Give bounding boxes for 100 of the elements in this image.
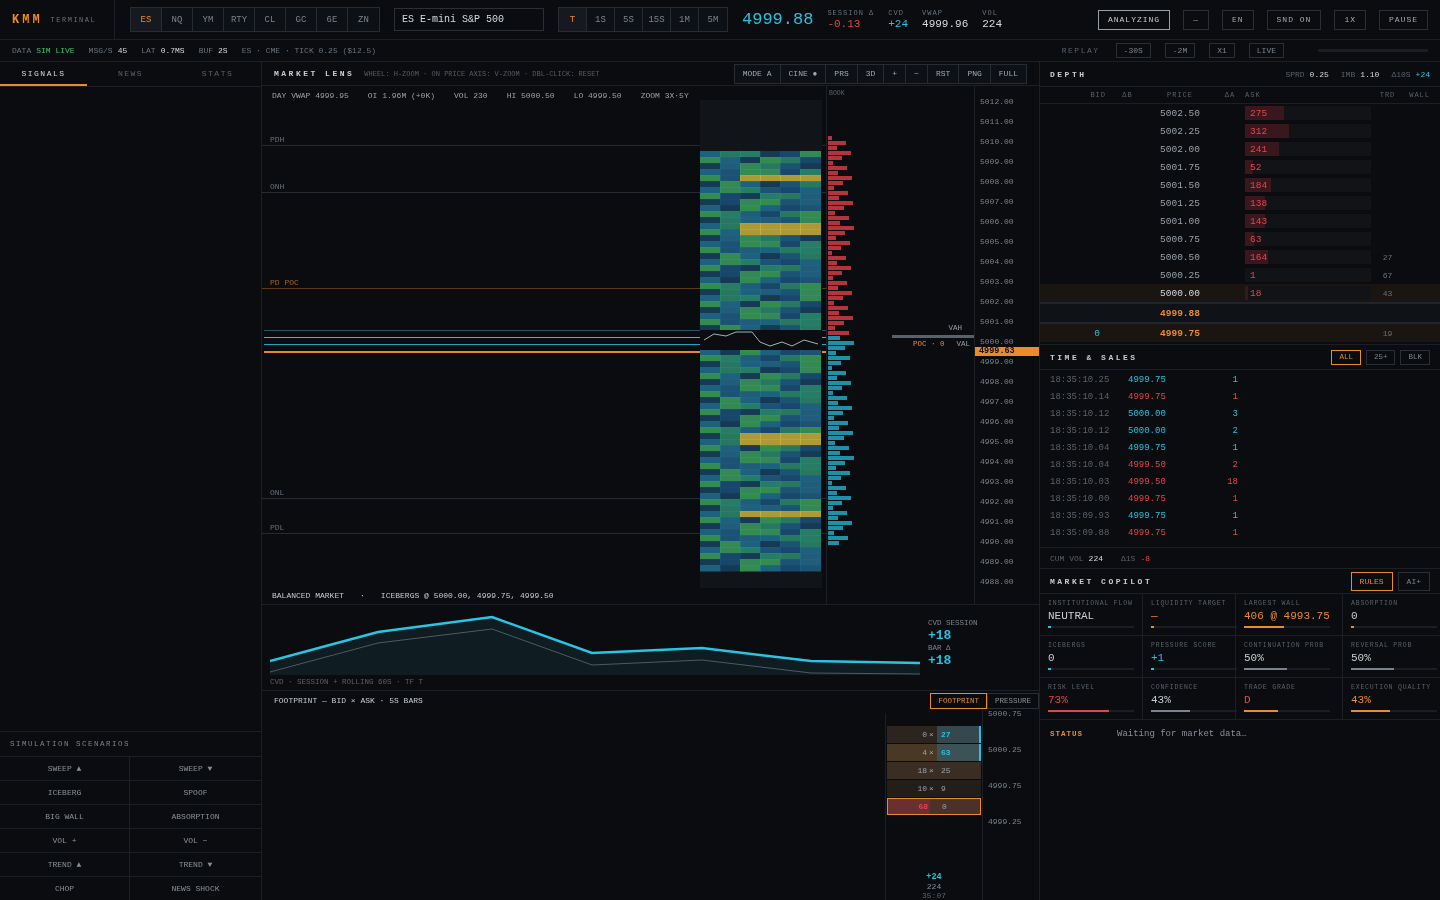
timeframe-tab[interactable]: T [559, 8, 587, 31]
price-tick: 5012.00 [979, 95, 1015, 107]
scenario-button[interactable]: SWEEP ▼ [130, 756, 261, 780]
toolbar-button[interactable]: MODE A [734, 64, 781, 83]
symbol-tab[interactable]: NQ [162, 8, 193, 31]
header-button[interactable]: 1X [1334, 9, 1366, 30]
price-tick: 5000.00 [979, 335, 1015, 347]
replay-button[interactable]: X1 [1209, 43, 1235, 58]
stat-label: Δ10S [1391, 69, 1411, 79]
traded-volume: 19 [1382, 328, 1393, 338]
status-value: 0.7MS [160, 46, 185, 55]
header-button[interactable]: ANALYZING [1097, 9, 1171, 30]
stat-label: IMB [1340, 69, 1356, 79]
replay-button[interactable]: -30S [1115, 43, 1151, 58]
status-label: MSG/S [88, 46, 113, 55]
footprint-cell: 0 × 27 [887, 726, 981, 743]
scenario-button[interactable]: ABSORPTION [130, 804, 261, 828]
price-tick: 4996.00 [979, 415, 1015, 427]
replay-label: REPLAY [1061, 46, 1100, 55]
metric-value: 0 [1048, 652, 1056, 665]
trade-time: 18:35:10.25 [1050, 374, 1111, 385]
timeframe-tab[interactable]: 5S [615, 8, 643, 31]
price-tick: 5009.00 [979, 155, 1015, 167]
price-tick: 5006.00 [979, 215, 1015, 227]
mode-button[interactable]: RULES [1350, 571, 1393, 591]
price-tick: 5010.00 [979, 135, 1015, 147]
header-button[interactable]: EN [1221, 9, 1254, 30]
trade-size: 18 [1226, 476, 1238, 487]
panel-tab[interactable]: SIGNALS [0, 62, 87, 86]
timeframe-tab[interactable]: 1S [587, 8, 615, 31]
bar-time: 35:07 [922, 891, 946, 900]
toolbar-button[interactable]: FULL [990, 64, 1026, 83]
trade-size: 1 [1231, 442, 1238, 453]
scenario-button[interactable]: VOL + [0, 828, 130, 852]
toolbar-button[interactable]: RST [928, 64, 960, 83]
bar-volume: 224 [926, 882, 942, 891]
current-price-tag: 4999.63 [975, 347, 1039, 356]
scenario-button[interactable]: SWEEP ▲ [0, 756, 130, 780]
trade-price: 4999.75 [1128, 510, 1167, 521]
symbol-tab[interactable]: ES [131, 8, 162, 31]
scenario-button[interactable]: BIG WALL [0, 804, 130, 828]
metric-value: NEUTRAL [1048, 610, 1096, 623]
toolbar-button[interactable]: 3D [857, 64, 885, 83]
chart-stat: DAY VWAP 4999.95 [272, 91, 349, 100]
stat-label: SPRD [1285, 69, 1305, 79]
toolbar-button[interactable]: − [906, 64, 928, 83]
header-button[interactable]: PAUSE [1379, 9, 1428, 30]
metric-value: 0 [1351, 610, 1359, 623]
trade-price: 4999.50 [1128, 476, 1167, 487]
trade-price: 4999.75 [1128, 527, 1167, 538]
scenario-button[interactable]: VOL − [130, 828, 261, 852]
header-button[interactable]: SND ON [1266, 9, 1322, 30]
trade-time: 18:35:09.93 [1050, 510, 1111, 521]
timeframe-tab[interactable]: 15S [643, 8, 671, 31]
price-tick: 4988.00 [979, 575, 1015, 587]
ask-size: 63 [1249, 233, 1262, 245]
instrument-field[interactable]: ES E-mini S&P 500 [394, 8, 544, 31]
timeframe-tab[interactable]: 5M [699, 8, 727, 31]
price-cell: 5000.00 [1160, 287, 1200, 299]
trade-time: 18:35:10.14 [1050, 391, 1111, 402]
scenario-button[interactable]: NEWS SHOCK [130, 876, 261, 900]
metric-value: 73% [1048, 694, 1069, 707]
bid-size: 0 [1094, 327, 1100, 339]
trade-size: 1 [1231, 493, 1238, 504]
footprint-cell: 4 × 63 [887, 744, 981, 761]
mode-button[interactable]: AI+ [1397, 571, 1430, 591]
price-cell: 5002.00 [1160, 143, 1200, 155]
price-cell: 5002.50 [1160, 107, 1200, 119]
ask-size: 1 [1249, 269, 1256, 281]
trade-price: 5000.00 [1128, 408, 1167, 419]
scenario-button[interactable]: SPOOF [130, 780, 261, 804]
price-tick: 4999.75 [987, 781, 1023, 792]
symbol-tab[interactable]: ZN [348, 8, 379, 31]
timeframe-tab[interactable]: 1M [671, 8, 699, 31]
trade-time: 18:35:10.00 [1050, 493, 1111, 504]
toolbar-button[interactable]: + [884, 64, 907, 83]
scenario-button[interactable]: ICEBERG [0, 780, 130, 804]
price-cell: 5000.75 [1160, 233, 1200, 245]
panel-title: MARKET COPILOT [1050, 576, 1153, 586]
symbol-tab[interactable]: CL [255, 8, 286, 31]
trade-time: 18:35:10.04 [1050, 442, 1111, 453]
symbol-tab[interactable]: 6E [317, 8, 348, 31]
price-cell: 5000.50 [1160, 251, 1200, 263]
symbol-tab[interactable]: GC [286, 8, 317, 31]
header-button[interactable]: — [1183, 9, 1209, 30]
symbol-tab[interactable]: YM [193, 8, 224, 31]
price-tick: 5000.25 [987, 745, 1023, 756]
toolbar-button[interactable]: PRS [826, 64, 858, 83]
price-tick: 4997.00 [979, 395, 1015, 407]
ask-size: 312 [1249, 125, 1268, 137]
scenario-button[interactable]: TREND ▼ [130, 852, 261, 876]
level-label: PD POC [270, 278, 299, 287]
replay-button[interactable]: -2M [1164, 43, 1196, 58]
scenario-button[interactable]: TREND ▲ [0, 852, 130, 876]
replay-button[interactable]: LIVE [1248, 43, 1284, 58]
toolbar-button[interactable]: CINE ● [780, 64, 827, 83]
ask-size: 241 [1249, 143, 1268, 155]
toolbar-button[interactable]: PNG [959, 64, 991, 83]
scenario-button[interactable]: CHOP [0, 876, 130, 900]
symbol-tab[interactable]: RTY [224, 8, 255, 31]
